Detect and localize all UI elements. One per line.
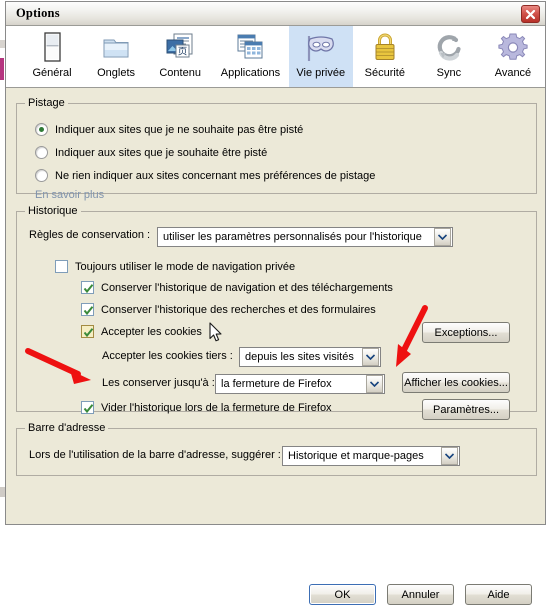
retention-rules-row: Règles de conservation : — [29, 229, 150, 241]
tab-label: Onglets — [97, 67, 136, 79]
content-page-icon: 页 — [162, 30, 198, 66]
checkbox-label: Accepter les cookies — [101, 325, 202, 338]
history-legend: Historique — [28, 205, 78, 217]
checkbox-keep-search-history[interactable] — [81, 303, 94, 316]
svg-text:页: 页 — [178, 47, 188, 58]
retention-rules-label: Règles de conservation : — [29, 229, 151, 241]
options-dialog: Options Général Onglets 页 Contenu Applic… — [5, 1, 546, 605]
chevron-down-icon[interactable] — [366, 375, 383, 393]
radio-label: Indiquer aux sites que je ne souhaite pa… — [55, 123, 304, 136]
settings-button[interactable]: Paramètres... — [422, 399, 510, 420]
tab-label: Général — [32, 67, 72, 79]
tab-contenu[interactable]: 页 Contenu — [148, 26, 212, 87]
keep-until-row: Les conserver jusqu'à : — [102, 377, 215, 389]
always-private-row[interactable]: Toujours utiliser le mode de navigation … — [55, 260, 295, 273]
radio-label: Ne rien indiquer aux sites concernant me… — [55, 169, 376, 182]
address-suggest-label: Lors de l'utilisation de la barre d'adre… — [29, 449, 281, 461]
keep-browsing-history-row[interactable]: Conserver l'historique de navigation et … — [81, 281, 393, 294]
privacy-panel: Pistage Indiquer aux sites que je ne sou… — [6, 88, 545, 605]
keep-until-value: la fermeture de Firefox — [221, 378, 332, 390]
applications-windows-icon — [233, 30, 267, 66]
checkbox-clear-history-on-close[interactable] — [81, 401, 94, 414]
retention-rules-value: utiliser les paramètres personnalisés po… — [163, 231, 422, 243]
keep-until-label: Les conserver jusqu'à : — [102, 377, 215, 389]
tab-label: Sécurité — [364, 67, 405, 79]
radio-no-preference[interactable] — [35, 169, 48, 182]
tab-avance[interactable]: Avancé — [481, 26, 545, 87]
ok-button[interactable]: OK — [309, 584, 376, 605]
learn-more-row[interactable]: En savoir plus — [35, 189, 104, 201]
history-group: Historique Règles de conservation : util… — [16, 205, 537, 420]
retention-rules-select[interactable]: utiliser les paramètres personnalisés po… — [157, 227, 453, 247]
address-bar-legend: Barre d'adresse — [28, 422, 106, 434]
tab-label: Applications — [220, 67, 281, 79]
gear-icon — [497, 30, 529, 66]
folder-tabs-icon — [99, 30, 133, 66]
tab-sync[interactable]: Sync — [417, 26, 481, 87]
title-bar: Options — [6, 2, 545, 26]
tab-label: Vie privée — [296, 67, 346, 79]
privacy-mask-icon — [301, 30, 341, 66]
radio-do-not-track[interactable] — [35, 123, 48, 136]
cancel-button[interactable]: Annuler — [387, 584, 454, 605]
address-bar-group: Barre d'adresse Lors de l'utilisation de… — [16, 422, 537, 476]
tab-applications[interactable]: Applications — [212, 26, 289, 87]
tracking-option-do-not-track[interactable]: Indiquer aux sites que je ne souhaite pa… — [35, 123, 303, 136]
learn-more-link[interactable]: En savoir plus — [35, 189, 104, 201]
address-suggest-row: Lors de l'utilisation de la barre d'adre… — [29, 449, 281, 461]
third-party-cookies-select[interactable]: depuis les sites visités — [239, 347, 381, 367]
checkbox-accept-cookies[interactable] — [81, 325, 94, 338]
checkbox-label: Toujours utiliser le mode de navigation … — [75, 260, 296, 273]
padlock-icon — [370, 30, 400, 66]
tab-label: Avancé — [494, 67, 532, 79]
tracking-group: Pistage Indiquer aux sites que je ne sou… — [16, 97, 537, 201]
third-party-cookies-row: Accepter les cookies tiers : — [102, 350, 233, 362]
close-icon[interactable] — [521, 5, 540, 23]
clear-history-on-close-row[interactable]: Vider l'historique lors de la fermeture … — [81, 401, 332, 414]
preferences-toolbar: Général Onglets 页 Contenu Applications V… — [6, 26, 545, 88]
third-party-cookies-label: Accepter les cookies tiers : — [102, 350, 233, 362]
address-suggest-select[interactable]: Historique et marque-pages — [282, 446, 460, 466]
tab-label: Contenu — [159, 67, 201, 79]
checkbox-label: Vider l'historique lors de la fermeture … — [101, 401, 332, 414]
checkbox-keep-browsing-history[interactable] — [81, 281, 94, 294]
tracking-legend: Pistage — [28, 97, 65, 109]
third-party-cookies-value: depuis les sites visités — [245, 351, 354, 363]
exceptions-button[interactable]: Exceptions... — [422, 322, 510, 343]
general-panel-icon — [38, 30, 66, 66]
help-button[interactable]: Aide — [465, 584, 532, 605]
checkbox-label: Conserver l'historique de navigation et … — [101, 281, 393, 294]
keep-until-select[interactable]: la fermeture de Firefox — [215, 374, 385, 394]
tab-general[interactable]: Général — [20, 26, 84, 87]
show-cookies-button[interactable]: Afficher les cookies... — [402, 372, 510, 393]
background-artifact — [0, 58, 4, 80]
window-title: Options — [16, 6, 60, 20]
tab-securite[interactable]: Sécurité — [353, 26, 417, 87]
accept-cookies-row[interactable]: Accepter les cookies — [81, 325, 202, 338]
chevron-down-icon[interactable] — [362, 348, 379, 366]
tab-label: Sync — [436, 67, 462, 79]
chevron-down-icon[interactable] — [441, 447, 458, 465]
checkbox-always-private[interactable] — [55, 260, 68, 273]
tab-onglets[interactable]: Onglets — [84, 26, 148, 87]
tracking-option-allow-track[interactable]: Indiquer aux sites que je souhaite être … — [35, 146, 267, 159]
radio-label: Indiquer aux sites que je souhaite être … — [55, 146, 268, 159]
radio-allow-track[interactable] — [35, 146, 48, 159]
chevron-down-icon[interactable] — [434, 228, 451, 246]
checkbox-label: Conserver l'historique des recherches et… — [101, 303, 376, 316]
sync-arrows-icon — [433, 30, 465, 66]
tracking-option-no-preference[interactable]: Ne rien indiquer aux sites concernant me… — [35, 169, 375, 182]
dialog-footer: OK Annuler Aide — [6, 524, 545, 605]
tab-vie-privee[interactable]: Vie privée — [288, 26, 353, 87]
keep-search-history-row[interactable]: Conserver l'historique des recherches et… — [81, 303, 376, 316]
address-suggest-value: Historique et marque-pages — [288, 450, 424, 462]
